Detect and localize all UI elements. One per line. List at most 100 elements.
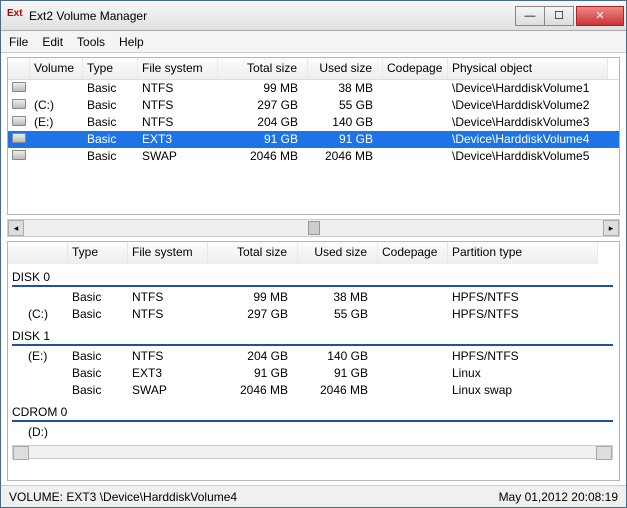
cell: \Device\HarddiskVolume2 [448, 97, 608, 114]
partition-row[interactable]: (E:)BasicNTFS204 GB140 GBHPFS/NTFS [8, 348, 619, 365]
column-header[interactable]: Physical object [448, 58, 608, 79]
app-icon: Ext [7, 8, 23, 24]
volume-row[interactable]: BasicNTFS99 MB38 MB\Device\HarddiskVolum… [8, 80, 619, 97]
cell: Basic [68, 348, 128, 365]
column-header[interactable]: Type [68, 242, 128, 264]
cell: 297 GB [208, 306, 298, 323]
menu-edit[interactable]: Edit [42, 35, 63, 49]
cell [8, 289, 68, 306]
cell: (C:) [8, 306, 68, 323]
menu-help[interactable]: Help [119, 35, 144, 49]
cell [30, 148, 83, 165]
column-header[interactable] [8, 58, 30, 79]
maximize-button[interactable]: ☐ [544, 6, 574, 26]
cell: NTFS [128, 348, 208, 365]
column-header[interactable]: Used size [308, 58, 383, 79]
partition-row[interactable]: BasicSWAP2046 MB2046 MBLinux swap [8, 382, 619, 399]
cell: \Device\HarddiskVolume3 [448, 114, 608, 131]
cell [378, 424, 448, 441]
disk-group-label: DISK 1 [8, 323, 619, 344]
cell [298, 424, 378, 441]
disk-group-label: DISK 0 [8, 264, 619, 285]
cell [378, 365, 448, 382]
disk-icon [12, 133, 26, 143]
cell [383, 114, 448, 131]
cell: 140 GB [308, 114, 383, 131]
menu-file[interactable]: File [9, 35, 28, 49]
cell: Basic [83, 97, 138, 114]
cell: SWAP [138, 148, 218, 165]
cell [378, 382, 448, 399]
cell [30, 131, 83, 148]
scroll-track[interactable] [24, 220, 603, 236]
cell: Basic [68, 365, 128, 382]
partition-row[interactable]: BasicEXT391 GB91 GBLinux [8, 365, 619, 382]
cell: Basic [68, 382, 128, 399]
column-header[interactable]: Type [83, 58, 138, 79]
app-window: Ext Ext2 Volume Manager — ☐ ✕ File Edit … [0, 0, 627, 508]
cell [378, 306, 448, 323]
disk-icon [12, 150, 26, 160]
titlebar[interactable]: Ext Ext2 Volume Manager — ☐ ✕ [1, 1, 626, 31]
column-header[interactable]: File system [128, 242, 208, 264]
volumes-header-row: VolumeTypeFile systemTotal sizeUsed size… [8, 58, 619, 80]
bottom-scrollbar[interactable] [12, 445, 613, 459]
cell: 91 GB [218, 131, 308, 148]
scroll-right-button[interactable]: ▸ [603, 220, 619, 236]
cell [383, 80, 448, 97]
menu-tools[interactable]: Tools [77, 35, 105, 49]
column-header[interactable]: Codepage [383, 58, 448, 79]
cell [448, 424, 598, 441]
partition-row[interactable]: BasicNTFS99 MB38 MBHPFS/NTFS [8, 289, 619, 306]
column-header[interactable]: File system [138, 58, 218, 79]
cell: Basic [83, 114, 138, 131]
cell: 38 MB [298, 289, 378, 306]
cell: 297 GB [218, 97, 308, 114]
disk-icon [12, 82, 26, 92]
cell: (E:) [30, 114, 83, 131]
minimize-button[interactable]: — [515, 6, 545, 26]
partition-row[interactable]: (D:) [8, 424, 619, 441]
cell: 2046 MB [308, 148, 383, 165]
cell: 55 GB [308, 97, 383, 114]
disk-icon [12, 99, 26, 109]
cell [68, 424, 128, 441]
group-divider [12, 344, 613, 346]
cell: SWAP [128, 382, 208, 399]
cell: 99 MB [218, 80, 308, 97]
column-header[interactable]: Total size [208, 242, 298, 264]
cell [128, 424, 208, 441]
cell: 140 GB [298, 348, 378, 365]
column-header[interactable]: Volume [30, 58, 83, 79]
window-title: Ext2 Volume Manager [29, 9, 516, 23]
close-button[interactable]: ✕ [576, 6, 624, 26]
cell: NTFS [138, 80, 218, 97]
scroll-thumb[interactable] [308, 221, 320, 235]
column-header[interactable] [8, 242, 68, 264]
column-header[interactable]: Codepage [378, 242, 448, 264]
cell [378, 289, 448, 306]
status-right: May 01,2012 20:08:19 [499, 490, 618, 504]
disks-pane: TypeFile systemTotal sizeUsed sizeCodepa… [7, 241, 620, 481]
column-header[interactable]: Used size [298, 242, 378, 264]
volumes-table: VolumeTypeFile systemTotal sizeUsed size… [7, 57, 620, 215]
horizontal-scrollbar[interactable]: ◂ ▸ [7, 219, 620, 237]
cell [383, 148, 448, 165]
status-left: VOLUME: EXT3 \Device\HarddiskVolume4 [9, 490, 499, 504]
scroll-left-button[interactable]: ◂ [8, 220, 24, 236]
partition-row[interactable]: (C:)BasicNTFS297 GB55 GBHPFS/NTFS [8, 306, 619, 323]
cell [8, 365, 68, 382]
column-header[interactable]: Partition type [448, 242, 598, 264]
cell: 91 GB [298, 365, 378, 382]
volume-row[interactable]: BasicSWAP2046 MB2046 MB\Device\HarddiskV… [8, 148, 619, 165]
column-header[interactable]: Total size [218, 58, 308, 79]
volume-row[interactable]: (E:)BasicNTFS204 GB140 GB\Device\Harddis… [8, 114, 619, 131]
cell: NTFS [128, 289, 208, 306]
volume-row[interactable]: (C:)BasicNTFS297 GB55 GB\Device\Harddisk… [8, 97, 619, 114]
cell: (D:) [8, 424, 68, 441]
disk-group-label: CDROM 0 [8, 399, 619, 420]
cell: NTFS [128, 306, 208, 323]
cell: (E:) [8, 348, 68, 365]
cell: HPFS/NTFS [448, 348, 598, 365]
volume-row[interactable]: BasicEXT391 GB91 GB\Device\HarddiskVolum… [8, 131, 619, 148]
